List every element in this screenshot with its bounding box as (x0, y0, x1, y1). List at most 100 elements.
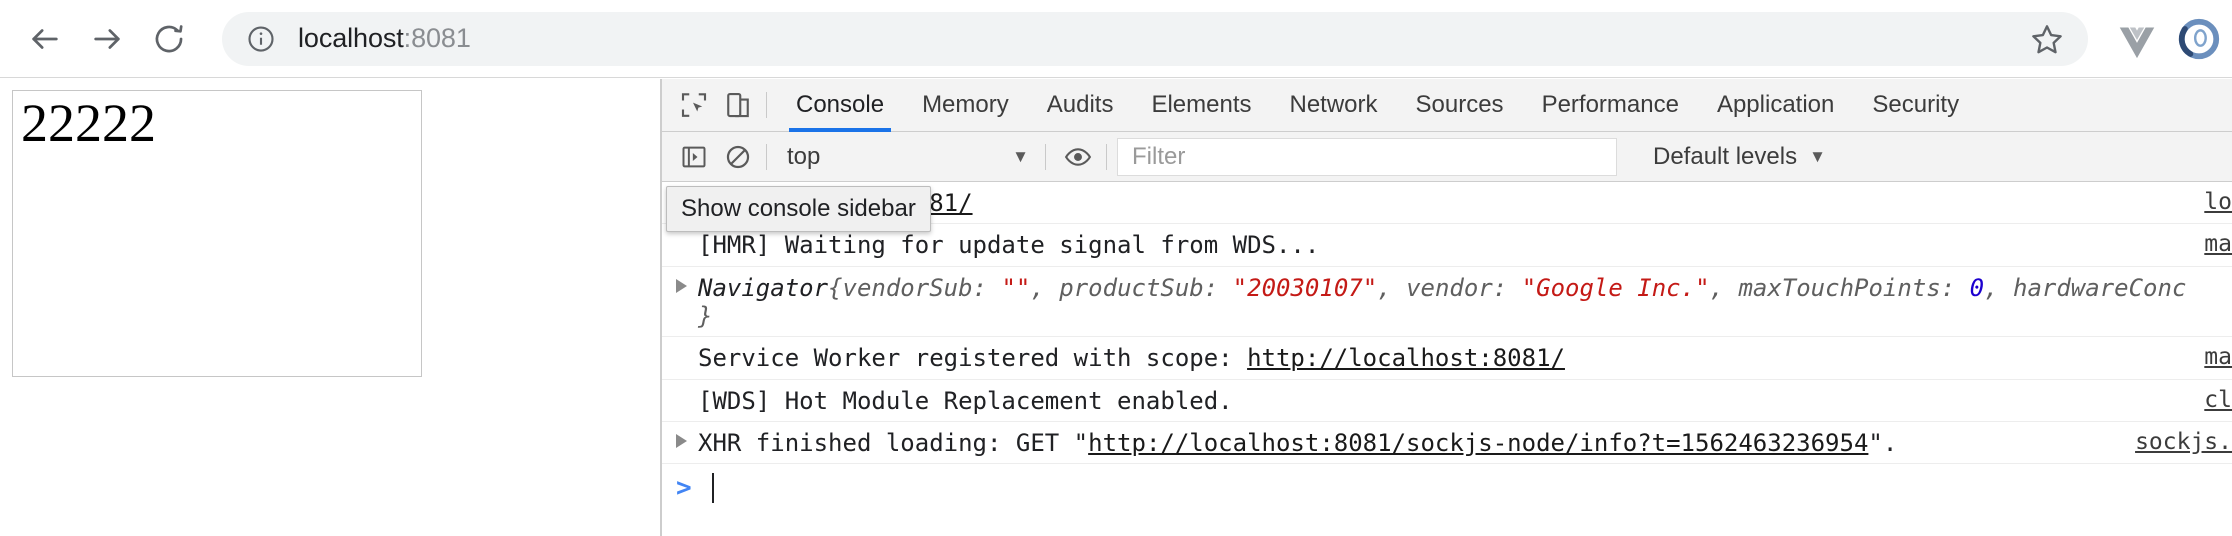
tab-security-label: Security (1872, 91, 1960, 118)
expand-arrow-icon[interactable] (676, 433, 687, 448)
tab-elements-label: Elements (1151, 91, 1252, 118)
toolbar-divider-1 (766, 143, 767, 170)
prompt-text-cursor (711, 473, 714, 504)
log-levels-select[interactable]: Default levels ▼ (1639, 138, 1840, 176)
log-levels-value: Default levels (1653, 142, 1798, 170)
execution-context-select[interactable]: top ▼ (777, 138, 1039, 176)
page-content-box: 22222 (12, 90, 422, 377)
address-bar-text: localhost:8081 (298, 23, 471, 54)
console-message[interactable]: [WDS] Hot Module Replacement enabled. cl (662, 380, 2232, 422)
bookmark-star-icon[interactable] (2030, 22, 2064, 56)
toolbar-divider-3 (1106, 143, 1107, 170)
site-info-icon[interactable] (246, 24, 276, 54)
page-viewport: 22222 (0, 79, 660, 536)
url-host: localhost (298, 23, 404, 53)
console-message-prefix: XHR finished loading: GET " (698, 428, 1089, 457)
cursor-box-icon (681, 93, 707, 117)
console-message-text: [HMR] Waiting for update signal from WDS… (698, 231, 1320, 260)
console-message-suffix: ". (1868, 428, 1898, 457)
console-message[interactable]: Service Worker registered with scope: ht… (662, 337, 2232, 380)
console-filter-input[interactable]: Filter (1117, 137, 1617, 176)
tab-security[interactable]: Security (1853, 79, 1978, 132)
object-prop-key: productSub (1059, 273, 1204, 302)
browser-toolbar: localhost:8081 (0, 0, 2232, 78)
console-link[interactable]: http://localhost:8081/ (1247, 344, 1565, 372)
object-prop-key: hardwareConc (2013, 273, 2187, 302)
tab-audits-label: Audits (1046, 91, 1114, 118)
devtools-panel: Console Memory Audits Elements Network S… (662, 79, 2232, 536)
tab-application[interactable]: Application (1698, 79, 1853, 132)
tab-network[interactable]: Network (1270, 79, 1396, 132)
object-prop-value: "20030107" (1232, 273, 1378, 302)
console-message-text: Navigator{vendorSub: "", productSub: "20… (662, 274, 2232, 331)
tab-network-label: Network (1289, 91, 1378, 118)
tab-audits[interactable]: Audits (1028, 79, 1133, 132)
tab-sources-label: Sources (1415, 91, 1504, 118)
console-message-source[interactable]: sockjs. (2135, 429, 2232, 456)
live-expression-button[interactable] (1056, 135, 1100, 179)
tab-elements[interactable]: Elements (1132, 79, 1270, 132)
back-button[interactable] (14, 8, 76, 70)
console-message-source[interactable]: cl (2204, 387, 2232, 414)
console-prompt[interactable]: > (662, 464, 2232, 512)
console-link[interactable]: http://localhost:8081/sockjs-node/info?t… (1088, 429, 1868, 457)
console-message[interactable]: Navigator{vendorSub: "", productSub: "20… (662, 267, 2232, 338)
address-bar[interactable]: localhost:8081 (222, 11, 2088, 66)
execution-context-value: top (787, 142, 821, 170)
page-box-text: 22222 (21, 93, 156, 153)
console-sidebar-toggle-button[interactable] (672, 135, 716, 179)
object-close-brace: } (698, 301, 713, 330)
tab-console-label: Console (796, 91, 885, 118)
devtools-tabbar: Console Memory Audits Elements Network S… (662, 79, 2232, 132)
tab-sources[interactable]: Sources (1397, 79, 1523, 132)
expand-arrow-icon[interactable] (676, 278, 687, 293)
eye-icon (1064, 147, 1092, 166)
console-message-text: XHR finished loading: GET "http://localh… (662, 429, 2123, 457)
url-port: :8081 (403, 23, 471, 53)
clear-console-button[interactable] (716, 135, 760, 179)
inspect-element-icon[interactable] (672, 83, 716, 127)
tab-performance[interactable]: Performance (1523, 79, 1698, 132)
tooltip-show-console-sidebar: Show console sidebar (666, 186, 931, 232)
tab-application-label: Application (1716, 91, 1835, 118)
console-message-text: [WDS] Hot Module Replacement enabled. (698, 386, 1233, 415)
object-open-brace: { (828, 273, 843, 302)
console-message-text: Service Worker registered with scope: ht… (662, 344, 2192, 372)
object-name: Navigator (698, 273, 829, 302)
object-prop-key: vendor (1406, 273, 1493, 302)
forward-arrow-icon (94, 28, 120, 49)
console-message-source[interactable]: ma (2204, 231, 2232, 258)
console-message-list: p://localhost:8081/ lo [HMR] Waiting for… (662, 182, 2232, 536)
prompt-chevron-icon: > (676, 473, 692, 504)
sidebar-toggle-icon (682, 146, 706, 167)
forward-button[interactable] (76, 8, 138, 70)
object-prop-key: maxTouchPoints (1738, 273, 1941, 302)
console-filter-placeholder: Filter (1132, 142, 1186, 170)
object-prop-value: 0 (1969, 273, 1985, 302)
browser-extension-icon[interactable] (2176, 16, 2222, 62)
console-message-source[interactable]: ma (2204, 344, 2232, 371)
tab-performance-label: Performance (1541, 91, 1679, 118)
object-prop-key: vendorSub (842, 273, 973, 302)
console-message-prefix: Service Worker registered with scope: (698, 344, 1248, 373)
object-prop-value: "Google Inc." (1521, 273, 1710, 302)
back-arrow-icon (32, 28, 58, 49)
reload-button[interactable] (138, 8, 200, 70)
console-message-source[interactable]: lo (2204, 189, 2232, 216)
console-message[interactable]: XHR finished loading: GET "http://localh… (662, 422, 2232, 465)
tab-console[interactable]: Console (777, 79, 903, 132)
tabbar-divider (766, 92, 767, 118)
vue-devtools-icon[interactable] (2114, 16, 2160, 62)
console-toolbar: top ▼ Filter Default levels ▼ (662, 132, 2232, 182)
clear-console-icon (726, 145, 750, 168)
toolbar-divider-2 (1045, 143, 1046, 170)
device-phone-icon (727, 92, 749, 118)
chevron-down-icon: ▼ (1809, 146, 1826, 166)
reload-icon (155, 24, 183, 52)
object-prop-value: "" (1001, 273, 1031, 302)
chevron-down-icon: ▼ (1012, 146, 1029, 166)
tab-memory-label: Memory (922, 91, 1009, 118)
device-toolbar-icon[interactable] (716, 83, 760, 127)
screenshot-root: localhost:8081 22222 Console Memory Audi… (0, 0, 2232, 536)
tab-memory[interactable]: Memory (903, 79, 1028, 132)
